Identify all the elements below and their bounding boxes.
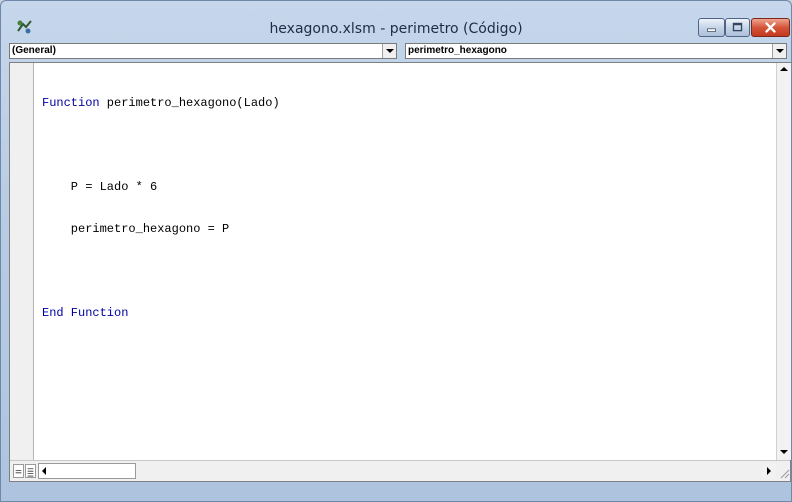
full-module-view-icon (27, 468, 34, 477)
code-line: Function perimetro_hexagono(Lado) (42, 96, 762, 110)
code-line: perimetro_hexagono = P (42, 222, 762, 236)
horizontal-scrollbar[interactable] (38, 463, 136, 479)
scroll-left-icon[interactable] (39, 464, 51, 478)
object-combo-value: (General) (12, 45, 56, 56)
code-area[interactable]: Function perimetro_hexagono(Lado) P = La… (42, 68, 762, 348)
margin-indicator-bar[interactable] (10, 63, 34, 460)
code-text: perimetro_hexagono = P (42, 222, 230, 236)
vba-code-window: hexagono.xlsm - perimetro (Código) (Gene… (0, 0, 792, 502)
close-button[interactable] (751, 18, 790, 37)
code-editor[interactable]: Function perimetro_hexagono(Lado) P = La… (9, 62, 791, 482)
full-module-view-button[interactable] (25, 464, 36, 478)
code-keyword: End Function (42, 306, 129, 320)
combo-row: (General) perimetro_hexagono (9, 43, 789, 60)
code-text: P = Lado * 6 (42, 180, 158, 194)
minimize-button[interactable] (698, 18, 725, 37)
procedure-combo-value: perimetro_hexagono (408, 45, 507, 56)
resize-grip-icon[interactable] (777, 465, 791, 481)
scroll-right-icon[interactable] (762, 463, 776, 479)
scroll-down-icon[interactable] (777, 445, 791, 459)
procedure-view-icon (15, 469, 22, 474)
maximize-button[interactable] (725, 18, 750, 37)
title-bar[interactable]: hexagono.xlsm - perimetro (Código) (1, 1, 791, 43)
procedure-combo[interactable]: perimetro_hexagono (405, 43, 787, 59)
maximize-icon (732, 22, 743, 32)
vertical-scrollbar[interactable] (776, 63, 791, 460)
chevron-down-icon[interactable] (382, 44, 396, 58)
code-line: End Function (42, 306, 762, 320)
procedure-view-button[interactable] (13, 464, 24, 478)
scroll-up-icon[interactable] (777, 63, 791, 77)
code-keyword: Function (42, 96, 100, 110)
close-icon (765, 22, 776, 33)
chevron-down-icon[interactable] (772, 44, 786, 58)
window-title: hexagono.xlsm - perimetro (Código) (269, 21, 523, 37)
code-line: P = Lado * 6 (42, 180, 762, 194)
minimize-icon (707, 28, 716, 32)
code-text: perimetro_hexagono(Lado) (99, 96, 280, 110)
object-combo[interactable]: (General) (9, 43, 397, 59)
editor-bottom-bar (10, 460, 790, 481)
